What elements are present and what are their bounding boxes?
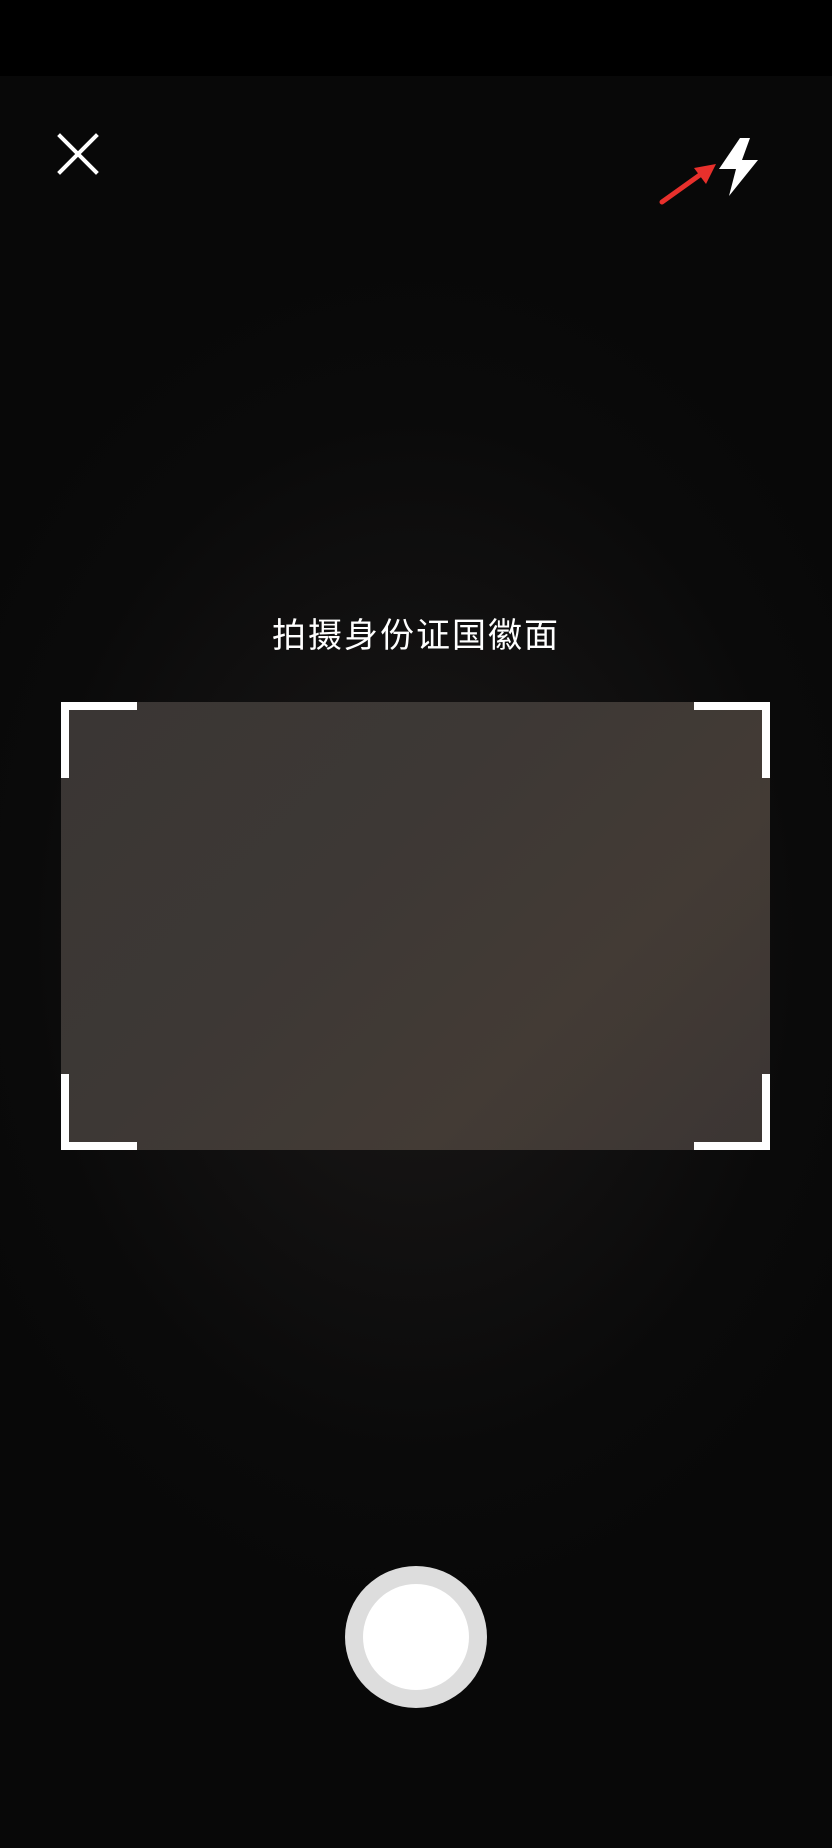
shutter-button[interactable] bbox=[345, 1566, 487, 1708]
frame-corner-top-right bbox=[694, 702, 770, 778]
frame-corner-bottom-right bbox=[694, 1074, 770, 1150]
frame-corner-top-left bbox=[61, 702, 137, 778]
flash-icon bbox=[719, 138, 758, 196]
camera-screen: 拍摄身份证国徽面 bbox=[0, 0, 832, 1848]
close-button[interactable] bbox=[52, 128, 104, 180]
shutter-button-inner bbox=[363, 1584, 469, 1690]
frame-corner-bottom-left bbox=[61, 1074, 137, 1150]
status-bar bbox=[0, 0, 832, 76]
flash-toggle-button[interactable] bbox=[716, 136, 762, 198]
instruction-text: 拍摄身份证国徽面 bbox=[272, 616, 560, 656]
id-card-scan-frame bbox=[61, 702, 770, 1150]
close-icon bbox=[57, 133, 99, 175]
